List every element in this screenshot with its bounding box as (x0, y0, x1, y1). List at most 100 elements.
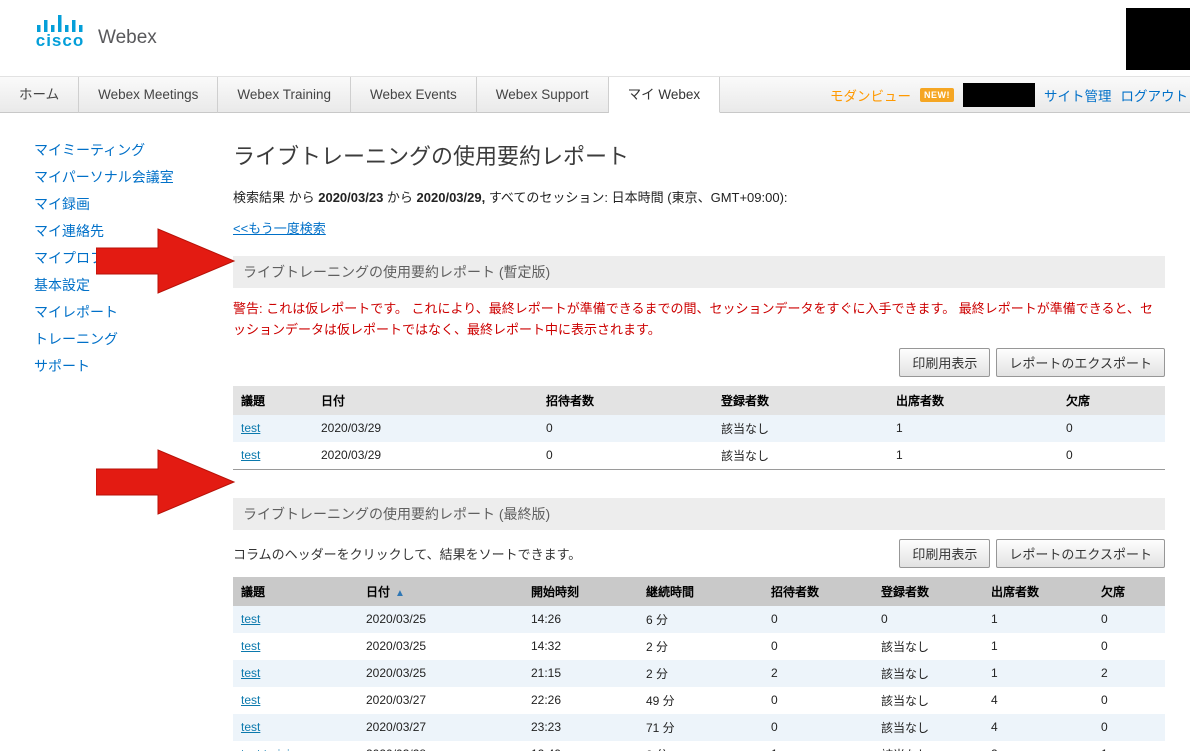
interim-report-table: 議題 日付 招待者数 登録者数 出席者数 欠席 test2020/03/290該… (233, 386, 1165, 470)
th-registered[interactable]: 登録者数 (873, 577, 983, 606)
table-cell: 1 (763, 741, 873, 751)
final-table-body: test2020/03/2514:266 分0010test2020/03/25… (233, 606, 1165, 751)
table-cell: 1 (983, 633, 1093, 660)
table-cell: 1 (983, 660, 1093, 687)
table-cell: 該当なし (873, 660, 983, 687)
sort-hint: コラムのヘッダーをクリックして、結果をソートできます。 (233, 544, 581, 563)
th-duration[interactable]: 継続時間 (638, 577, 763, 606)
table-cell: 0 (1093, 687, 1165, 714)
table-cell: 49 分 (638, 687, 763, 714)
th-invited[interactable]: 招待者数 (763, 577, 873, 606)
tab-webex-events[interactable]: Webex Events (351, 77, 477, 113)
tab-webex-training[interactable]: Webex Training (218, 77, 351, 113)
table-cell: 2020/03/25 (358, 633, 523, 660)
logout-link[interactable]: ログアウト (1121, 85, 1189, 105)
final-button-row: 印刷用表示 レポートのエクスポート (899, 539, 1165, 568)
th-absent[interactable]: 欠席 (1093, 577, 1165, 606)
redacted-block (1126, 8, 1190, 70)
session-topic-link[interactable]: test (241, 612, 260, 626)
table-cell: 2020/03/29 (313, 415, 538, 442)
sidebar-item-my-recordings[interactable]: マイ録画 (34, 191, 233, 218)
table-cell: 8 分 (638, 741, 763, 751)
final-print-button[interactable]: 印刷用表示 (899, 539, 990, 568)
th-invited: 招待者数 (538, 386, 713, 415)
topic-cell: test (233, 606, 358, 633)
new-badge: NEW! (920, 88, 954, 102)
table-cell: 6 分 (638, 606, 763, 633)
session-topic-link[interactable]: test (241, 693, 260, 707)
th-attended[interactable]: 出席者数 (983, 577, 1093, 606)
final-section-header: ライブトレーニングの使用要約レポート (最終版) (233, 498, 1165, 530)
session-topic-link[interactable]: test (241, 720, 260, 734)
table-cell: 2 分 (638, 633, 763, 660)
nav-right: モダンビュー NEW! サイト管理 ログアウト (822, 77, 1190, 113)
table-cell: 0 (1058, 415, 1165, 442)
th-topic[interactable]: 議題 (233, 577, 358, 606)
sidebar: マイミーティング マイパーソナル会議室 マイ録画 マイ連絡先 マイプロファイル … (0, 113, 233, 380)
final-export-button[interactable]: レポートのエクスポート (996, 539, 1165, 568)
modern-view-link[interactable]: モダンビュー (830, 85, 911, 105)
tab-webex-support[interactable]: Webex Support (477, 77, 609, 113)
final-hint-row: コラムのヘッダーをクリックして、結果をソートできます。 印刷用表示 レポートのエ… (233, 539, 1165, 568)
table-cell: 2020/03/25 (358, 660, 523, 687)
tab-home[interactable]: ホーム (0, 77, 79, 113)
table-row: test training2020/03/2812:498 分1該当なし21 (233, 741, 1165, 751)
table-cell: 4 (983, 687, 1093, 714)
table-cell: 2020/03/28 (358, 741, 523, 751)
table-cell: 12:49 (523, 741, 638, 751)
session-topic-link[interactable]: test training (241, 747, 303, 751)
topic-cell: test (233, 415, 313, 442)
sidebar-item-my-meetings[interactable]: マイミーティング (34, 137, 233, 164)
sidebar-item-preferences[interactable]: 基本設定 (34, 272, 233, 299)
final-report-section: ライブトレーニングの使用要約レポート (最終版) コラムのヘッダーをクリックして… (233, 498, 1165, 751)
cisco-webex-logo[interactable]: cisco Webex (34, 14, 157, 49)
interim-export-button[interactable]: レポートのエクスポート (996, 348, 1165, 377)
session-topic-link[interactable]: test (241, 448, 260, 462)
interim-print-button[interactable]: 印刷用表示 (899, 348, 990, 377)
tab-webex-meetings[interactable]: Webex Meetings (79, 77, 218, 113)
table-cell: 22:26 (523, 687, 638, 714)
table-cell: 1 (888, 415, 1058, 442)
table-row: test2020/03/2521:152 分2該当なし12 (233, 660, 1165, 687)
table-cell: 2020/03/27 (358, 687, 523, 714)
th-date-sorted[interactable]: 日付▲ (358, 577, 523, 606)
site-admin-link[interactable]: サイト管理 (1044, 85, 1112, 105)
search-again-link[interactable]: <<もう一度検索 (233, 218, 326, 237)
table-cell: 0 (1093, 714, 1165, 741)
table-row: test2020/03/2723:2371 分0該当なし40 (233, 714, 1165, 741)
table-cell: 2 (983, 741, 1093, 751)
topic-cell: test training (233, 741, 358, 751)
webex-wordmark: Webex (98, 28, 157, 49)
nav-spacer (720, 77, 822, 113)
th-registered: 登録者数 (713, 386, 888, 415)
topic-cell: test (233, 442, 313, 470)
sidebar-item-my-profile[interactable]: マイプロファイル (34, 245, 233, 272)
sidebar-item-training[interactable]: トレーニング (34, 326, 233, 353)
sidebar-item-personal-room[interactable]: マイパーソナル会議室 (34, 164, 233, 191)
table-cell: 2020/03/27 (358, 714, 523, 741)
redacted-user-info (963, 83, 1035, 107)
th-start-time[interactable]: 開始時刻 (523, 577, 638, 606)
sidebar-item-my-contacts[interactable]: マイ連絡先 (34, 218, 233, 245)
session-topic-link[interactable]: test (241, 666, 260, 680)
sidebar-item-my-reports[interactable]: マイレポート (34, 299, 233, 326)
table-cell: 14:32 (523, 633, 638, 660)
table-cell: 1 (1093, 741, 1165, 751)
session-topic-link[interactable]: test (241, 421, 260, 435)
table-cell: 2020/03/29 (313, 442, 538, 470)
table-cell: 1 (888, 442, 1058, 470)
sidebar-item-support[interactable]: サポート (34, 353, 233, 380)
sort-ascending-icon: ▲ (395, 588, 405, 599)
topic-cell: test (233, 633, 358, 660)
table-cell: 該当なし (713, 415, 888, 442)
session-topic-link[interactable]: test (241, 639, 260, 653)
interim-report-section: ライブトレーニングの使用要約レポート (暫定版) 警告: これは仮レポートです。… (233, 256, 1165, 470)
interim-table-body: test2020/03/290該当なし10test2020/03/290該当なし… (233, 415, 1165, 470)
cisco-wordmark: cisco (36, 33, 84, 49)
interim-button-row: 印刷用表示 レポートのエクスポート (233, 348, 1165, 377)
app-header: cisco Webex (0, 0, 1190, 76)
table-cell: 0 (763, 687, 873, 714)
table-cell: 該当なし (873, 714, 983, 741)
tab-my-webex[interactable]: マイ Webex (609, 77, 721, 113)
table-cell: 2020/03/25 (358, 606, 523, 633)
